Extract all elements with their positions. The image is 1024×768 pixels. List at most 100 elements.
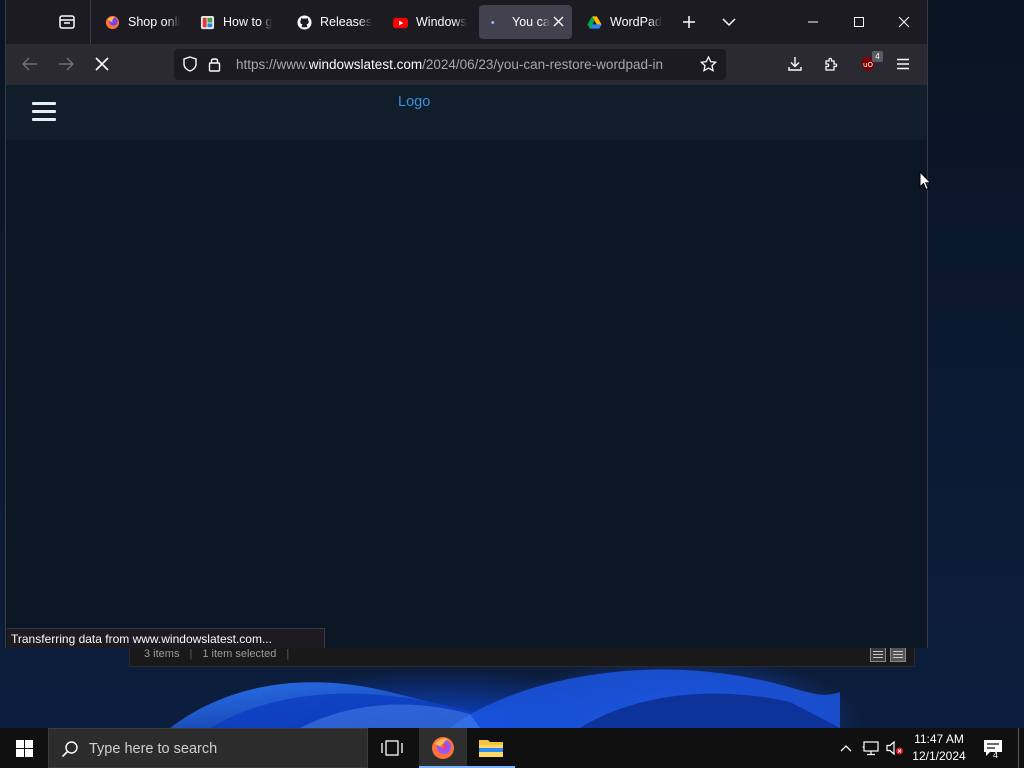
show-desktop-button[interactable] <box>1018 728 1019 768</box>
close-icon <box>95 57 109 71</box>
tab-divider <box>90 0 91 44</box>
extension-badge: 4 <box>872 51 883 62</box>
url-text[interactable]: https://www.windowslatest.com/2024/06/23… <box>236 57 688 72</box>
tab-wordpad[interactable]: WordPad <box>577 5 667 39</box>
forward-button[interactable] <box>51 50 81 78</box>
taskbar-file-explorer-button[interactable] <box>467 728 515 768</box>
back-button[interactable] <box>15 50 45 78</box>
site-menu-button[interactable] <box>32 102 56 121</box>
large-icons-view-button[interactable] <box>890 647 906 662</box>
chevron-up-icon <box>840 745 852 752</box>
clock-date: 12/1/2024 <box>912 749 966 763</box>
details-view-button[interactable] <box>870 647 886 662</box>
windows-logo-icon <box>15 739 33 757</box>
taskbar-clock[interactable]: 11:47 AM 12/1/2024 <box>905 731 973 765</box>
maximize-button[interactable] <box>836 0 882 44</box>
bookmark-button[interactable] <box>699 55 718 75</box>
plus-icon <box>683 16 695 28</box>
maximize-icon <box>854 17 864 27</box>
taskbar-firefox-button[interactable] <box>419 728 467 768</box>
shield-icon <box>183 56 197 72</box>
address-bar[interactable]: https://www.windowslatest.com/2024/06/23… <box>174 49 726 80</box>
notification-count: 4 <box>993 750 999 760</box>
close-icon <box>898 16 910 28</box>
tab-title: You ca <box>512 15 550 29</box>
wallpaper-swirl <box>170 669 840 728</box>
page-viewport: Logo Transferring data from www.windowsl… <box>6 85 927 648</box>
menu-bar <box>32 118 56 121</box>
firefox-icon <box>105 15 120 29</box>
download-icon <box>788 57 802 71</box>
github-icon <box>297 14 312 30</box>
minimize-button[interactable] <box>790 0 836 44</box>
network-button[interactable] <box>859 728 883 768</box>
navigation-toolbar: https://www.windowslatest.com/2024/06/23… <box>6 44 927 85</box>
tab-bar: Shop onli How to g Releases Windows You … <box>6 0 927 44</box>
url-path: /2024/06/23/you-can-restore-wordpad-in <box>422 57 663 72</box>
list-all-tabs-button[interactable] <box>715 8 743 36</box>
url-prefix: https://www. <box>236 57 309 72</box>
tab-shop[interactable]: Shop onli <box>95 5 183 39</box>
svg-text:uO: uO <box>863 61 873 69</box>
search-icon <box>61 741 78 758</box>
task-view-icon <box>381 740 403 756</box>
start-button[interactable] <box>0 728 48 768</box>
close-tab-button[interactable] <box>553 14 564 30</box>
tab-title: Shop onli <box>128 15 181 29</box>
firefox-window: Shop onli How to g Releases Windows You … <box>5 0 928 648</box>
task-view-button[interactable] <box>368 728 416 768</box>
arrow-right-icon <box>59 57 74 71</box>
firefox-view-icon <box>59 15 75 29</box>
loading-status-panel: Transferring data from www.windowslatest… <box>7 628 325 648</box>
explorer-item-count: 3 items <box>144 648 180 660</box>
site-info-button[interactable] <box>208 56 221 75</box>
app-menu-button[interactable] <box>888 50 918 78</box>
stop-loading-button[interactable] <box>87 50 117 78</box>
downloads-button[interactable] <box>780 50 810 78</box>
mouse-cursor-icon <box>919 171 932 191</box>
status-separator: | <box>189 648 193 660</box>
volume-button[interactable] <box>883 728 907 768</box>
tab-title: Windows <box>416 15 467 29</box>
close-window-button[interactable] <box>881 0 927 44</box>
arrow-left-icon <box>22 57 37 71</box>
network-icon <box>862 741 879 756</box>
search-placeholder: Type here to search <box>89 741 218 757</box>
firefox-view-button[interactable] <box>51 8 83 36</box>
taskbar: Type here to search 11:47 AM 12/1/2024 4 <box>0 728 1024 768</box>
url-host: windowslatest.com <box>308 57 423 72</box>
minimize-icon <box>808 21 818 23</box>
volume-muted-icon <box>886 740 903 756</box>
tab-title: WordPad <box>610 15 662 29</box>
loading-dot-icon <box>491 20 495 24</box>
tab-title: How to g <box>223 15 273 29</box>
site-logo-link[interactable]: Logo <box>398 94 430 110</box>
new-tab-button[interactable] <box>675 8 703 36</box>
status-separator: | <box>286 648 290 660</box>
tab-releases[interactable]: Releases <box>287 5 375 39</box>
tab-how-to[interactable]: How to g <box>190 5 280 39</box>
firefox-icon <box>432 737 454 759</box>
action-center-button[interactable] <box>978 728 1008 768</box>
site-favicon-icon <box>200 15 215 29</box>
tab-you-can[interactable]: You ca <box>479 5 572 39</box>
extensions-button[interactable] <box>817 50 847 78</box>
youtube-icon <box>393 17 408 28</box>
close-icon <box>553 16 564 27</box>
explorer-selection-count: 1 item selected <box>202 648 277 660</box>
show-hidden-icons-button[interactable] <box>836 728 856 768</box>
chevron-down-icon <box>722 17 736 26</box>
puzzle-icon <box>825 57 838 71</box>
tab-title: Releases <box>320 15 373 29</box>
menu-bar <box>32 102 56 105</box>
tab-windows[interactable]: Windows <box>383 5 471 39</box>
lock-icon <box>208 58 221 72</box>
explorer-status-bar: 3 items | 1 item selected | <box>144 648 289 660</box>
menu-bar <box>32 110 56 113</box>
tracking-protection-button[interactable] <box>183 56 197 75</box>
site-header: Logo <box>6 85 927 140</box>
folder-icon <box>479 740 503 757</box>
clock-time: 11:47 AM <box>914 732 964 746</box>
taskbar-search-box[interactable]: Type here to search <box>48 728 368 768</box>
hamburger-menu-icon <box>897 58 909 70</box>
